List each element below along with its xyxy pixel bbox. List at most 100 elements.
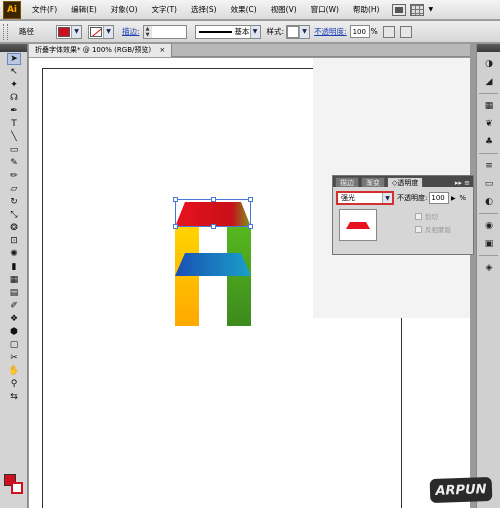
menu-window[interactable]: 窗口(W) [304,4,346,15]
fill-stroke-swatches[interactable] [4,474,26,500]
live-paint-tool-icon[interactable]: ⬢ [7,326,21,338]
fill-color-dropdown[interactable]: ▼ [56,24,82,39]
hand-tool-icon[interactable]: ✋ [7,365,21,377]
menu-effect[interactable]: 效果(C) [224,4,264,15]
pen-tool-icon[interactable]: ✒ [7,105,21,117]
gradient-tool-icon[interactable]: ▤ [7,287,21,299]
zoom-tool-icon[interactable]: ⚲ [7,378,21,390]
panel-opacity-field[interactable]: 100 [429,192,450,204]
magic-wand-tool-icon[interactable]: ✦ [7,79,21,91]
tab-gradient[interactable]: 渐变 [361,177,385,187]
type-tool-icon[interactable]: T [7,118,21,130]
menu-view[interactable]: 视图(V) [264,4,304,15]
menu-object[interactable]: 对象(O) [104,4,145,15]
stroke-weight-field[interactable]: ▲ ▼ [142,24,187,39]
dock-divider [479,93,498,94]
chevron-right-icon[interactable]: ▶ [449,192,457,204]
selection-handle[interactable] [211,197,216,202]
color-panel-icon[interactable]: ◑ [482,58,496,70]
clip-checkbox[interactable]: 剪切 [415,211,451,221]
menu-type[interactable]: 文字(T) [145,4,184,15]
selection-handle[interactable] [211,224,216,229]
stroke-label[interactable]: 描边: [122,26,140,37]
stroke-profile-dropdown[interactable]: 基本 ▼ [194,24,261,39]
opacity-field[interactable]: 100 [349,25,370,38]
blend-tool-icon[interactable]: ❖ [7,313,21,325]
graphic-styles-panel-icon[interactable]: ▣ [482,238,496,250]
direct-selection-tool-icon[interactable]: ↖ [7,66,21,78]
paintbrush-tool-icon[interactable]: ✎ [7,157,21,169]
appearance-panel-icon[interactable]: ◉ [482,220,496,232]
clip-label: 剪切 [425,213,438,221]
swatches-panel-icon[interactable]: ▦ [482,100,496,112]
swap-fill-stroke-icon[interactable]: ⇆ [7,391,21,403]
stroke-swatch [90,26,102,37]
eyedropper-tool-icon[interactable]: ✐ [7,300,21,312]
selection-handle[interactable] [173,224,178,229]
tools-panel-header[interactable] [0,44,27,52]
rectangle-tool-icon[interactable]: ▭ [7,144,21,156]
close-icon[interactable]: × [159,46,165,54]
eraser-tool-icon[interactable]: ▱ [7,183,21,195]
scale-tool-icon[interactable]: ⤡ [7,209,21,221]
artboard-tool-icon[interactable]: ▢ [7,339,21,351]
menu-bar: Ai 文件(F) 编辑(E) 对象(O) 文字(T) 选择(S) 效果(C) 视… [0,0,500,20]
tab-stroke[interactable]: 描边 [335,177,359,187]
grip-handle[interactable] [3,23,8,40]
transparency-panel-icon[interactable]: ◐ [482,196,496,208]
chevron-down-icon: ▼ [382,193,392,203]
fill-swatch [58,26,70,37]
stroke-swatch-icon[interactable] [11,482,23,494]
arrange-documents-icon[interactable] [410,3,425,16]
opacity-label[interactable]: 不透明度: [314,26,347,37]
selection-handle[interactable] [248,224,253,229]
document-tab[interactable]: 折叠字体效果* @ 100% (RGB/预览) × [29,44,173,57]
document-tab-bar: 折叠字体效果* @ 100% (RGB/预览) × [29,44,470,57]
blend-mode-select[interactable]: 强光 ▼ [336,191,394,205]
style-swatch [287,25,300,38]
rotate-tool-icon[interactable]: ↻ [7,196,21,208]
object-thumbnail[interactable] [339,209,377,241]
selection-tool-icon[interactable]: ➤ [7,53,21,65]
warp-tool-icon[interactable]: ❂ [7,222,21,234]
selection-handle[interactable] [173,197,178,202]
slice-tool-icon[interactable]: ✂ [7,352,21,364]
bridge-icon[interactable] [392,3,407,16]
dock-header[interactable] [477,44,500,52]
line-tool-icon[interactable]: ╲ [7,131,21,143]
mesh-tool-icon[interactable]: ▦ [7,274,21,286]
blend-mode-value: 强光 [341,194,355,202]
panel-menu-icon[interactable]: ▸▸ ≡ [455,179,473,187]
letter-a-artwork[interactable] [173,197,253,326]
tab-transparency[interactable]: ◇透明度 [387,177,424,187]
tab-transparency-label: 透明度 [397,179,419,187]
selection-handle[interactable] [248,197,253,202]
chevron-down-icon: ▼ [71,25,81,38]
opacity-unit: % [370,27,378,36]
recolor-icon[interactable] [382,25,395,38]
lasso-tool-icon[interactable]: ☊ [7,92,21,104]
menu-file[interactable]: 文件(F) [25,4,64,15]
stroke-panel-icon[interactable]: ≡ [482,160,496,172]
pencil-tool-icon[interactable]: ✏ [7,170,21,182]
panel-opacity-label: 不透明度: [397,194,428,202]
blend-row: 强光 ▼ 不透明度: 100 ▶ % [333,187,473,205]
align-icon[interactable] [399,25,412,38]
column-graph-tool-icon[interactable]: ▮ [7,261,21,273]
spinner-arrows-icon[interactable]: ▲ ▼ [143,25,152,38]
menu-edit[interactable]: 编辑(E) [64,4,104,15]
free-transform-tool-icon[interactable]: ⊡ [7,235,21,247]
menu-help[interactable]: 帮助(H) [346,4,387,15]
color-guide-icon[interactable]: ◢ [482,76,496,88]
graphic-style-dropdown[interactable]: ▼ [286,24,311,39]
symbol-sprayer-tool-icon[interactable]: ✺ [7,248,21,260]
brushes-panel-icon[interactable]: ❦ [482,118,496,130]
app-logo: Ai [3,0,21,19]
gradient-panel-icon[interactable]: ▭ [482,178,496,190]
invert-mask-checkbox[interactable]: 反相蒙版 [415,224,451,234]
stroke-color-dropdown[interactable]: ▼ [88,24,114,39]
chevron-down-icon[interactable]: ▼ [428,6,433,13]
menu-select[interactable]: 选择(S) [184,4,224,15]
symbols-panel-icon[interactable]: ♣ [482,136,496,148]
layers-panel-icon[interactable]: ◈ [482,262,496,274]
